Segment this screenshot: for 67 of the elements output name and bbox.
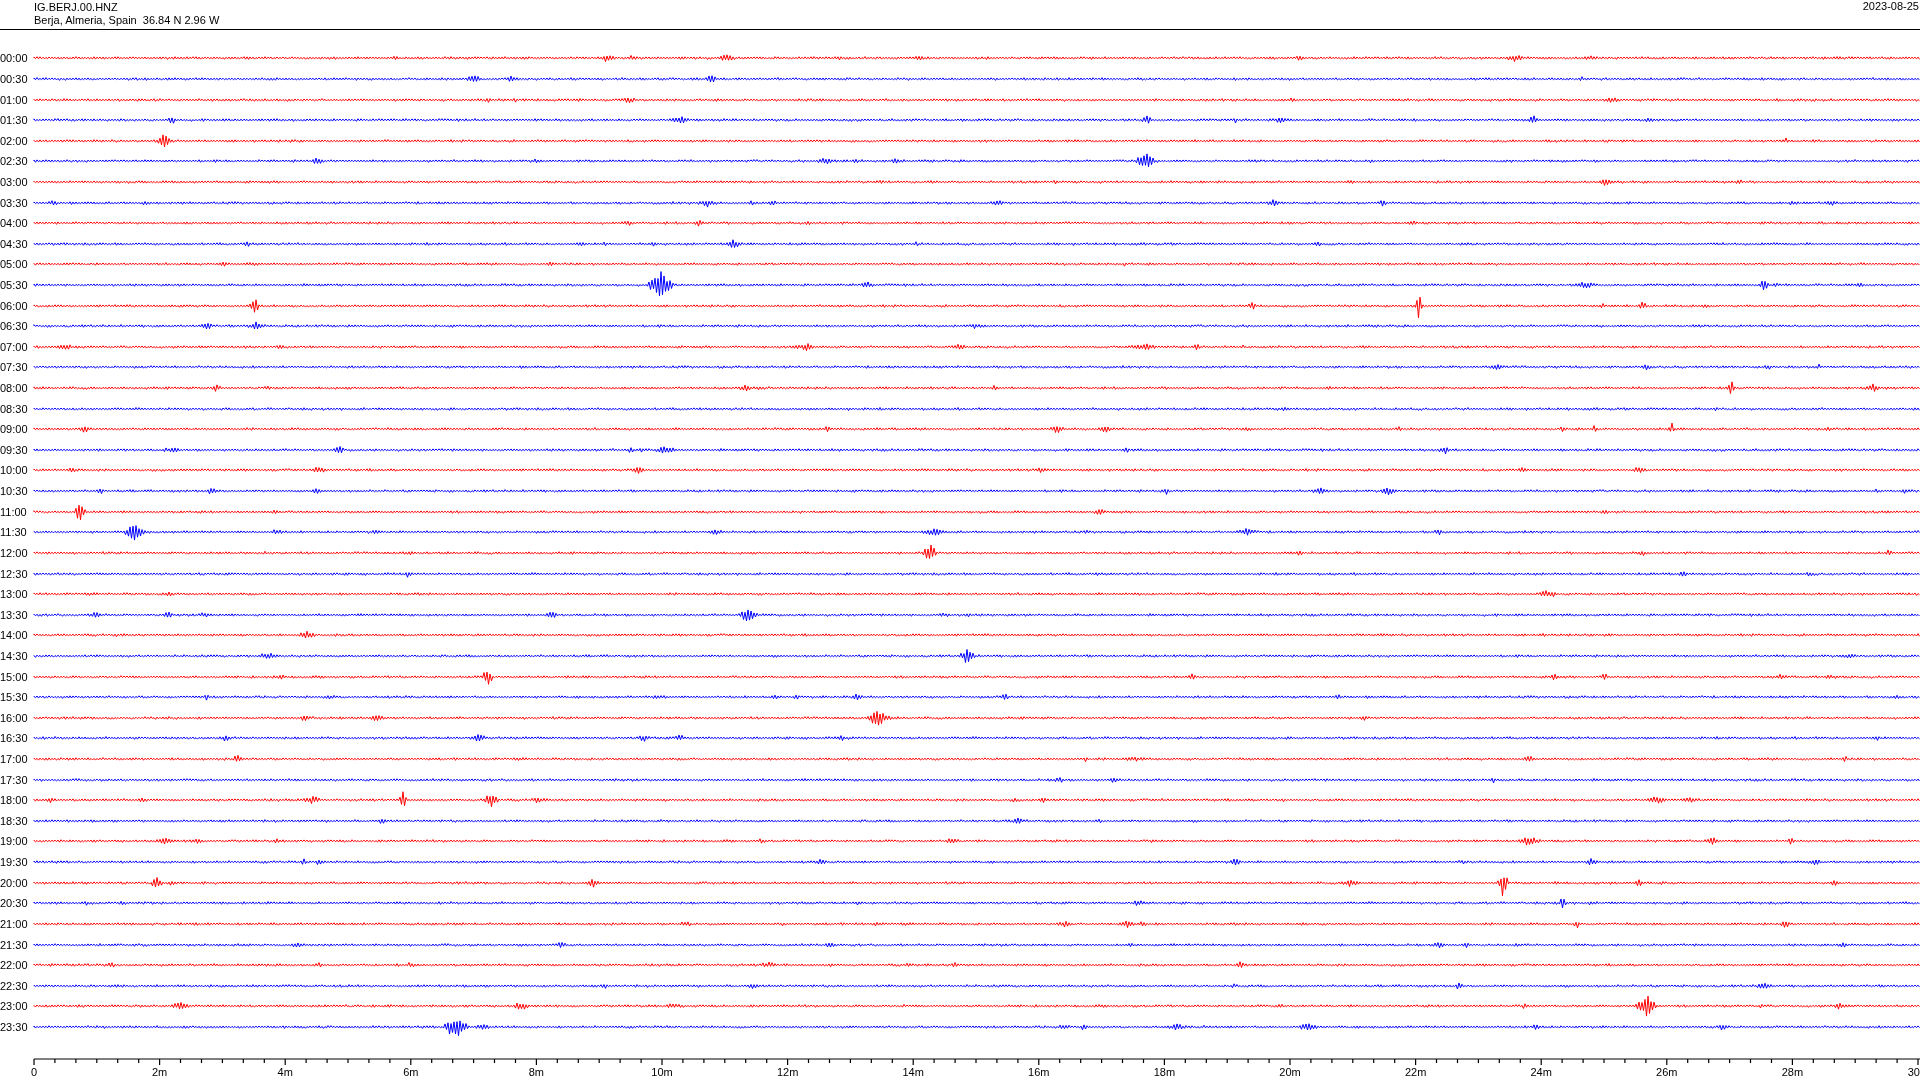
time-label: 12:00 [0, 546, 29, 559]
time-label: 15:30 [0, 691, 29, 704]
axis-label: 28m [1781, 1066, 1804, 1079]
time-label: 11:30 [0, 526, 28, 539]
time-label: 00:30 [0, 72, 29, 85]
time-label: 14:00 [0, 629, 29, 642]
time-label: 19:00 [0, 835, 29, 848]
time-label: 05:00 [0, 258, 29, 271]
time-label: 12:30 [0, 567, 29, 580]
time-label: 08:30 [0, 402, 29, 415]
axis-label: 26m [1656, 1066, 1678, 1079]
time-label: 23:30 [0, 1020, 29, 1033]
time-label: 09:00 [0, 423, 29, 436]
time-label: 09:30 [0, 443, 29, 456]
time-label: 02:00 [0, 134, 29, 147]
time-label: 06:30 [0, 320, 29, 333]
time-label: 13:00 [0, 588, 29, 601]
axis-label: 10m [651, 1066, 673, 1079]
time-label: 06:00 [0, 299, 29, 312]
time-label: 16:00 [0, 711, 29, 724]
axis-label: 8m [528, 1066, 545, 1079]
time-label: 21:00 [0, 917, 29, 930]
time-label: 22:30 [0, 979, 29, 992]
time-label: 03:00 [0, 175, 29, 188]
axis-label: 14m [902, 1066, 924, 1079]
axis-label: 6m [403, 1066, 419, 1079]
time-label: 13:30 [0, 608, 29, 621]
time-label: 05:30 [0, 279, 29, 291]
time-label: 18:30 [0, 814, 29, 827]
time-label: 04:00 [0, 217, 29, 230]
axis-label: 22m [1404, 1066, 1427, 1079]
axis-label: 0 [30, 1066, 38, 1079]
time-label: 18:00 [0, 794, 29, 807]
time-label: 04:30 [0, 237, 29, 250]
station-code: IG.BERJ.00.HNZ [34, 1, 119, 14]
axis-label: 24m [1530, 1066, 1552, 1079]
time-label: 10:30 [0, 485, 29, 498]
time-label: 03:30 [0, 196, 29, 209]
axis-label: 20m [1279, 1066, 1301, 1079]
time-label: 14:30 [0, 649, 29, 662]
time-label: 07:30 [0, 361, 29, 374]
time-label: 15:00 [0, 670, 29, 683]
date-label: 2023-08-25 [1862, 0, 1919, 14]
axis-label: 4m [277, 1066, 293, 1079]
time-label: 08:00 [0, 382, 29, 395]
time-label: 01:00 [0, 93, 29, 106]
time-label: 22:00 [0, 959, 29, 972]
axis-label: 30 [1907, 1066, 1920, 1079]
time-label: 20:00 [0, 876, 29, 889]
time-label: 19:30 [0, 856, 29, 869]
time-label: 10:00 [0, 464, 29, 477]
axis-label: 18m [1153, 1066, 1176, 1079]
axis-label: 12m [776, 1066, 799, 1079]
time-label: 00:00 [0, 52, 29, 65]
axis-label: 16m [1028, 1066, 1050, 1079]
time-label: 21:30 [0, 938, 29, 951]
time-label: 02:30 [0, 155, 29, 168]
axis-label: 2m [151, 1066, 168, 1079]
station-location: Berja, Almeria, Spain 36.84 N 2.96 W [34, 14, 220, 27]
time-label: 07:00 [0, 340, 29, 353]
time-label: 11:00 [0, 505, 28, 518]
time-label: 17:00 [0, 753, 29, 765]
time-label: 17:30 [0, 773, 29, 786]
time-label: 23:00 [0, 1000, 29, 1013]
time-label: 16:30 [0, 732, 29, 745]
time-label: 20:30 [0, 897, 29, 910]
time-label: 01:30 [0, 114, 29, 127]
